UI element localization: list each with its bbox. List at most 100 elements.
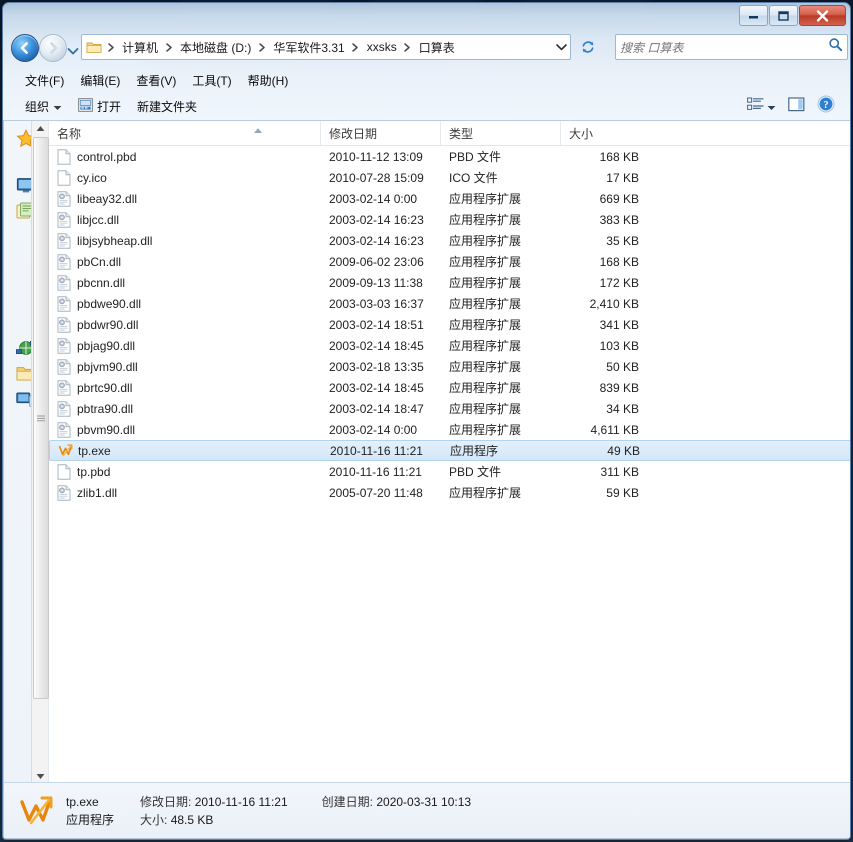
file-modified-cell: 2005-07-20 11:48 (321, 486, 441, 500)
scroll-up-arrow-icon[interactable] (32, 121, 48, 136)
file-type-cell: 应用程序扩展 (441, 421, 561, 438)
column-header-type[interactable]: 类型 (441, 121, 561, 145)
file-name-label: pbvm90.dll (77, 423, 135, 437)
file-name-label: pbtra90.dll (77, 402, 133, 416)
table-row[interactable]: cy.ico2010-07-28 15:09ICO 文件17 KB (49, 167, 851, 188)
file-name-cell: pbdwr90.dll (49, 317, 321, 333)
file-size-cell: 669 KB (561, 192, 651, 206)
status-details: tp.exe 修改日期: 2010-11-16 11:21 创建日期: 2020… (66, 793, 471, 829)
command-bar: 组织 打开 新建文件夹 (3, 93, 850, 121)
table-row[interactable]: zlib1.dll2005-07-20 11:48应用程序扩展59 KB (49, 482, 851, 503)
file-modified-cell: 2010-11-16 11:21 (322, 444, 442, 458)
table-row[interactable]: pbcnn.dll2009-09-13 11:38应用程序扩展172 KB (49, 272, 851, 293)
maximize-button[interactable] (769, 5, 798, 26)
file-name-cell: pbdwe90.dll (49, 296, 321, 312)
dll-file-icon (57, 275, 71, 291)
file-modified-cell: 2003-02-14 18:51 (321, 318, 441, 332)
file-name-cell: pbCn.dll (49, 254, 321, 270)
dll-file-icon (57, 191, 71, 207)
file-size-cell: 172 KB (561, 276, 651, 290)
breadcrumb-separator (162, 43, 176, 52)
table-row[interactable]: tp.pbd2010-11-16 11:21PBD 文件311 KB (49, 461, 851, 482)
file-name-label: pbrtc90.dll (77, 381, 132, 395)
column-header-modified[interactable]: 修改日期 (321, 121, 441, 145)
column-header-name[interactable]: 名称 (49, 121, 321, 145)
chevron-down-icon (53, 100, 62, 114)
file-name-label: pbdwr90.dll (77, 318, 138, 332)
status-size-value: 48.5 KB (171, 811, 214, 829)
scrollbar-grip-icon (37, 410, 45, 418)
file-size-cell: 168 KB (561, 255, 651, 269)
table-row[interactable]: tp.exe2010-11-16 11:21应用程序49 KB (49, 440, 851, 461)
search-input[interactable]: 搜索 口算表 (620, 39, 828, 56)
search-icon[interactable] (828, 37, 843, 57)
table-row[interactable]: pbrtc90.dll2003-02-14 18:45应用程序扩展839 KB (49, 377, 851, 398)
breadcrumb-xxsks[interactable]: xxsks (363, 38, 401, 56)
table-row[interactable]: pbvm90.dll2003-02-14 0:00应用程序扩展4,611 KB (49, 419, 851, 440)
file-name-cell: pbvm90.dll (49, 422, 321, 438)
menu-item-tools[interactable]: 工具(T) (184, 70, 239, 91)
status-file-name: tp.exe (66, 793, 140, 811)
table-row[interactable]: pbCn.dll2009-06-02 23:06应用程序扩展168 KB (49, 251, 851, 272)
file-type-cell: 应用程序扩展 (441, 190, 561, 207)
file-modified-cell: 2003-02-14 16:23 (321, 213, 441, 227)
navpane-scrollbar[interactable] (31, 121, 48, 784)
menu-item-edit[interactable]: 编辑(E) (72, 70, 128, 91)
close-button[interactable] (799, 5, 846, 26)
file-name-cell: pbjvm90.dll (49, 359, 321, 375)
chevron-down-icon[interactable] (552, 35, 570, 59)
table-row[interactable]: pbtra90.dll2003-02-14 18:47应用程序扩展34 KB (49, 398, 851, 419)
file-list-pane: 名称 修改日期 类型 大小 control.pbd2010-11-12 13:0… (49, 121, 851, 784)
file-type-cell: 应用程序扩展 (441, 211, 561, 228)
table-row[interactable]: libjcc.dll2003-02-14 16:23应用程序扩展383 KB (49, 209, 851, 230)
status-size-label: 大小: (140, 811, 167, 829)
back-button[interactable] (11, 34, 39, 62)
open-button[interactable]: 打开 (70, 95, 129, 118)
file-modified-cell: 2003-02-14 18:45 (321, 339, 441, 353)
menu-item-help[interactable]: 帮助(H) (240, 70, 297, 91)
table-row[interactable]: libeay32.dll2003-02-14 0:00应用程序扩展669 KB (49, 188, 851, 209)
minimize-button[interactable] (739, 5, 768, 26)
breadcrumb-current-folder[interactable]: 口算表 (415, 37, 459, 58)
forward-button (39, 34, 67, 62)
file-modified-cell: 2010-07-28 15:09 (321, 171, 441, 185)
breadcrumb-computer[interactable]: 计算机 (118, 37, 162, 58)
table-row[interactable]: pbdwr90.dll2003-02-14 18:51应用程序扩展341 KB (49, 314, 851, 335)
file-modified-cell: 2003-02-14 0:00 (321, 192, 441, 206)
breadcrumb-huajun[interactable]: 华军软件3.31 (269, 37, 348, 58)
address-bar[interactable]: 计算机 本地磁盘 (D:) 华军软件3.31 xxsks 口算表 (81, 34, 571, 60)
column-header-size[interactable]: 大小 (561, 121, 651, 145)
menu-item-file[interactable]: 文件(F) (17, 70, 72, 91)
file-modified-cell: 2003-02-14 16:23 (321, 234, 441, 248)
breadcrumb-local-disk[interactable]: 本地磁盘 (D:) (176, 37, 255, 58)
table-row[interactable]: libjsybheap.dll2003-02-14 16:23应用程序扩展35 … (49, 230, 851, 251)
file-name-label: libjcc.dll (77, 213, 119, 227)
table-row[interactable]: control.pbd2010-11-12 13:09PBD 文件168 KB (49, 146, 851, 167)
title-bar[interactable] (3, 3, 850, 29)
table-row[interactable]: pbjvm90.dll2003-02-18 13:35应用程序扩展50 KB (49, 356, 851, 377)
chevron-down-icon[interactable] (767, 98, 776, 116)
preview-pane-icon (788, 97, 805, 117)
refresh-icon[interactable] (578, 37, 598, 57)
new-folder-button[interactable]: 新建文件夹 (129, 95, 205, 118)
search-box[interactable]: 搜索 口算表 (615, 34, 848, 60)
file-size-cell: 103 KB (561, 339, 651, 353)
help-button[interactable]: ? (812, 92, 840, 121)
new-folder-label: 新建文件夹 (137, 98, 197, 115)
view-mode-button[interactable] (742, 94, 781, 120)
table-row[interactable]: pbjag90.dll2003-02-14 18:45应用程序扩展103 KB (49, 335, 851, 356)
file-type-cell: 应用程序扩展 (441, 358, 561, 375)
file-size-cell: 341 KB (561, 318, 651, 332)
table-row[interactable]: pbdwe90.dll2003-03-03 16:37应用程序扩展2,410 K… (49, 293, 851, 314)
dll-file-icon (57, 422, 71, 438)
preview-pane-button[interactable] (783, 94, 810, 120)
menu-item-view[interactable]: 查看(V) (128, 70, 184, 91)
dll-file-icon (57, 401, 71, 417)
recent-locations-dropdown-icon[interactable] (67, 43, 79, 53)
file-size-cell: 34 KB (561, 402, 651, 416)
file-name-label: pbCn.dll (77, 255, 121, 269)
breadcrumb-separator (104, 43, 118, 52)
navpane-scrollbar-thumb[interactable] (33, 137, 49, 699)
organize-button[interactable]: 组织 (17, 95, 70, 118)
status-line-2: 应用程序 大小: 48.5 KB (66, 811, 471, 829)
